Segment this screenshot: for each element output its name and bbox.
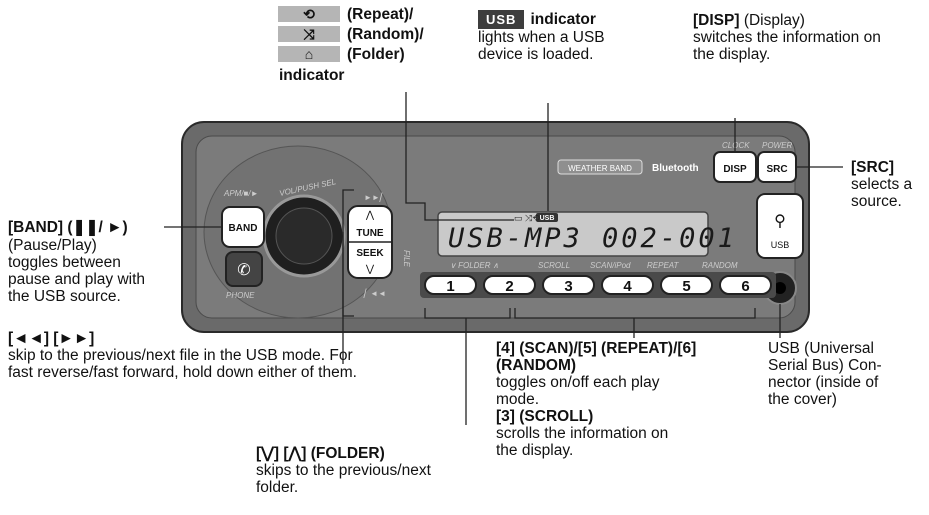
band-desc-4: the USB source. bbox=[8, 288, 121, 305]
tune-label: TUNE bbox=[356, 228, 384, 239]
usb-badge: USB bbox=[478, 10, 525, 29]
band-title: [BAND] (❚❚/ ►) bbox=[8, 219, 128, 236]
usb-port-label: USB bbox=[771, 240, 790, 250]
scroll-title: [3] (SCROLL) bbox=[496, 408, 594, 425]
skip-desc-2: fast reverse/fast forward, hold down eit… bbox=[8, 364, 357, 381]
skip-title: [◄◄] [►►] bbox=[8, 330, 95, 347]
src-desc-2: source. bbox=[851, 193, 902, 210]
preset-number: 4 bbox=[623, 278, 632, 295]
usb-indicator-desc-2: device is loaded. bbox=[478, 46, 594, 63]
disp-paren: (Display) bbox=[743, 12, 805, 29]
lcd-usb-text: USB bbox=[540, 215, 555, 222]
seek-label: SEEK bbox=[356, 248, 384, 259]
scroll-desc-2: the display. bbox=[496, 442, 574, 459]
band-desc-1: (Pause/Play) bbox=[8, 237, 97, 254]
usbconn-desc-1: USB (Universal bbox=[768, 340, 874, 357]
ff-icon: ►►▏ bbox=[364, 192, 386, 202]
folder-desc-2: folder. bbox=[256, 479, 299, 496]
clock-label: CLOCK bbox=[722, 141, 750, 150]
disp-callout-title: [DISP] (Display) bbox=[693, 12, 805, 29]
preset-label-scan: SCAN/iPod bbox=[590, 261, 631, 270]
volume-knob-inner bbox=[275, 207, 333, 265]
lcd-text: USB-MP3 002-001 bbox=[448, 223, 737, 254]
disp-key: [DISP] bbox=[693, 12, 740, 29]
preset-number: 6 bbox=[741, 278, 749, 295]
preset-label-repeat: REPEAT bbox=[647, 261, 680, 270]
bluetooth-label: Bluetooth bbox=[652, 163, 699, 174]
band-desc-3: pause and play with bbox=[8, 271, 146, 288]
src-button-label: SRC bbox=[766, 164, 787, 175]
folder-title: [⋁] [⋀] (FOLDER) bbox=[256, 445, 385, 462]
power-label: POWER bbox=[762, 141, 792, 150]
weather-label: WEATHER BAND bbox=[568, 164, 632, 173]
phone-icon: ✆ bbox=[237, 262, 250, 279]
rw-icon: ▏◄◄ bbox=[363, 288, 386, 298]
src-desc-1: selects a bbox=[851, 176, 913, 193]
lcd-mode-icons: ▭ ⤨⟲ bbox=[514, 213, 540, 223]
preset-number: 2 bbox=[505, 278, 513, 295]
preset-buttons: 1 2 3 4 5 6 bbox=[420, 272, 776, 298]
legend-folder: (Folder) bbox=[347, 46, 405, 63]
scroll-desc-1: scrolls the information on bbox=[496, 425, 669, 442]
disp-desc-2: the display. bbox=[693, 46, 771, 63]
repeat-icon-box: ⟲ bbox=[278, 6, 340, 22]
modes-desc-1: toggles on/off each play bbox=[496, 374, 660, 391]
repeat-icon: ⟲ bbox=[303, 6, 315, 22]
disp-button-label: DISP bbox=[723, 164, 747, 175]
skip-desc-1: skip to the previous/next file in the US… bbox=[8, 347, 353, 364]
folder-icon: ⌂ bbox=[304, 46, 314, 62]
folder-icon-box: ⌂ bbox=[278, 46, 340, 62]
folder-desc-1: skips to the previous/next bbox=[256, 462, 431, 479]
preset-label-scroll: SCROLL bbox=[538, 261, 570, 270]
usb-indicator-callout: USB indicator bbox=[478, 10, 596, 29]
car-stereo-illustration: BAND ✆ PHONE APM/■/► VOL/PUSH SEL ⋀ TUNE… bbox=[164, 92, 843, 425]
file-label: FILE bbox=[402, 250, 411, 268]
random-icon-box: ⤨ bbox=[278, 26, 340, 42]
legend-random: (Random)/ bbox=[347, 26, 424, 43]
usbconn-desc-4: the cover) bbox=[768, 391, 837, 408]
preset-label-folder: ∨ FOLDER ∧ bbox=[450, 261, 499, 270]
preset-label-random: RANDOM bbox=[702, 261, 738, 270]
usb-indicator-title: indicator bbox=[530, 11, 596, 28]
random-icon: ⤨ bbox=[303, 26, 315, 42]
usbconn-desc-2: Serial Bus) Con- bbox=[768, 357, 882, 374]
preset-number: 5 bbox=[682, 278, 690, 295]
apm-label: APM/■/► bbox=[223, 189, 259, 198]
down-arrow-icon: ⋁ bbox=[365, 264, 375, 275]
legend-repeat: (Repeat)/ bbox=[347, 6, 414, 23]
legend-indicator: indicator bbox=[279, 67, 345, 84]
modes-desc-2: mode. bbox=[496, 391, 540, 408]
modes-title-2: (RANDOM) bbox=[496, 357, 577, 374]
usb-icon: ⚲ bbox=[774, 213, 786, 230]
phone-label: PHONE bbox=[226, 291, 255, 300]
modes-title-1: [4] (SCAN)/[5] (REPEAT)/[6] bbox=[496, 340, 697, 357]
band-desc-2: toggles between bbox=[8, 254, 121, 271]
usbconn-desc-3: nector (inside of bbox=[768, 374, 879, 391]
disp-desc-1: switches the information on bbox=[693, 29, 881, 46]
preset-number: 1 bbox=[446, 278, 454, 295]
src-key: [SRC] bbox=[851, 159, 895, 176]
up-arrow-icon: ⋀ bbox=[365, 210, 375, 221]
usb-indicator-desc-1: lights when a USB bbox=[478, 29, 605, 46]
preset-number: 3 bbox=[564, 278, 572, 295]
band-button-label: BAND bbox=[229, 223, 258, 234]
